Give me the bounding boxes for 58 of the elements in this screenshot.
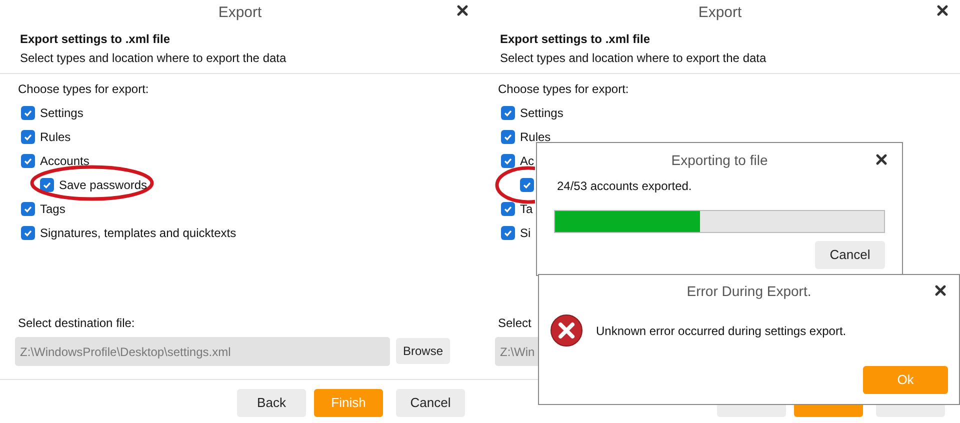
section-label: Choose types for export: <box>498 81 630 98</box>
button[interactable]: Cancel <box>815 241 885 269</box>
checkmark-icon <box>23 108 33 118</box>
error-message: Unknown error occurred during settings export. <box>596 322 846 340</box>
section-label: Select destination file: <box>18 315 135 332</box>
checkbox-label: Signatures, templates and quicktexts <box>40 225 236 242</box>
checkbox-label: Rules <box>520 129 551 146</box>
checkbox[interactable] <box>21 106 35 120</box>
dialog-subheading: Select types and location where to export the data <box>500 50 768 67</box>
button[interactable]: Back <box>237 389 306 417</box>
checkmark-icon <box>42 180 52 190</box>
checkmark-icon <box>503 156 513 166</box>
checkbox-label: Ta <box>520 201 533 218</box>
checkmark-icon <box>503 228 513 238</box>
checkbox[interactable] <box>21 130 35 144</box>
close-icon[interactable] <box>457 5 468 16</box>
dialog-heading: Export settings to .xml file <box>20 31 172 48</box>
dialog-title: Error During Export. <box>686 282 812 301</box>
checkbox[interactable] <box>501 226 515 240</box>
checkbox[interactable] <box>501 154 515 168</box>
dialog-title: Exporting to file <box>671 151 768 170</box>
section-label: Select <box>498 315 532 332</box>
checkbox[interactable] <box>501 106 515 120</box>
checkmark-icon <box>23 204 33 214</box>
window-title: Export <box>698 3 742 23</box>
checkbox[interactable] <box>501 130 515 144</box>
checkbox[interactable] <box>501 202 515 216</box>
checkbox-label: Settings <box>520 105 564 122</box>
checkbox[interactable] <box>21 202 35 216</box>
checkmark-icon <box>522 180 532 190</box>
checkbox[interactable] <box>21 226 35 240</box>
checkbox-label: Rules <box>40 129 71 146</box>
button[interactable]: Cancel <box>396 389 465 417</box>
checkmark-icon <box>23 156 33 166</box>
dialog-heading: Export settings to .xml file <box>500 31 652 48</box>
window-title: Export <box>218 3 262 23</box>
close-icon[interactable] <box>937 5 948 16</box>
checkbox-label: Si <box>520 225 531 242</box>
checkmark-icon <box>23 132 33 142</box>
checkbox-label: Settings <box>40 105 84 122</box>
error-icon <box>550 314 583 347</box>
checkbox-label: Save passwords <box>59 177 148 194</box>
dialog-subheading: Select types and location where to export the data <box>20 50 288 67</box>
close-icon[interactable] <box>876 154 887 165</box>
checkbox-label: Ac <box>520 153 534 170</box>
checkbox[interactable] <box>520 178 534 192</box>
checkmark-icon <box>23 228 33 238</box>
checkmark-icon <box>503 132 513 142</box>
progress-message: 24/53 accounts exported. <box>557 178 693 195</box>
checkbox[interactable] <box>40 178 54 192</box>
checkbox-label: Tags <box>40 201 66 218</box>
section-label: Choose types for export: <box>18 81 150 98</box>
close-icon[interactable] <box>935 285 946 296</box>
checkmark-icon <box>503 204 513 214</box>
checkmark-icon <box>503 108 513 118</box>
browse-button[interactable]: Browse <box>396 338 450 364</box>
checkbox[interactable] <box>21 154 35 168</box>
checkbox-label: Accounts <box>40 153 90 170</box>
